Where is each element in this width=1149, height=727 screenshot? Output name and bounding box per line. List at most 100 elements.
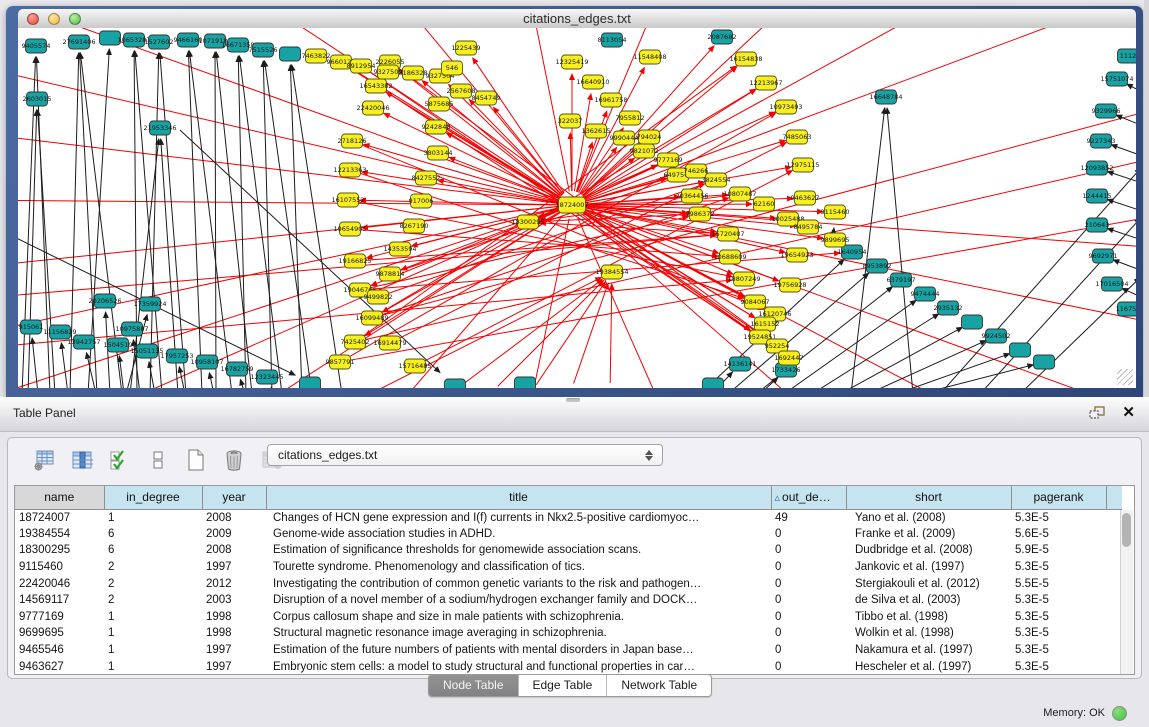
cell-title: Investigating the contribution of common… <box>266 575 771 592</box>
dropdown-spinner-icon <box>640 450 662 461</box>
graph-node-label: 17957253 <box>160 352 193 360</box>
scrollbar-thumb[interactable] <box>1122 513 1131 547</box>
graph-node-label: 1225439 <box>452 44 481 52</box>
cell-short: Stergiakouli et al. (2012) <box>846 575 1011 592</box>
graph-node-label: 2603015 <box>23 95 52 103</box>
graph-node-label: 7955812 <box>616 114 645 122</box>
graph-node[interactable] <box>1010 343 1031 357</box>
graph-node-label: 7986372 <box>686 210 715 218</box>
table-vertical-scrollbar[interactable] <box>1120 510 1133 675</box>
column-header-pagerank[interactable]: pagerank <box>1011 486 1106 509</box>
cell-out_degree: 0 <box>771 658 846 675</box>
cell-name: 9115460 <box>15 559 104 576</box>
graph-node-label: 5875685 <box>425 100 454 108</box>
create-table-icon[interactable] <box>184 449 208 471</box>
cell-short: Tibbo et al. (1998) <box>846 609 1011 626</box>
close-panel-icon[interactable]: ✕ <box>1122 403 1135 421</box>
table-row[interactable]: 1830029562008Estimation of significance … <box>15 542 1122 559</box>
tab-node-table[interactable]: Node Table <box>429 675 519 696</box>
window-titlebar[interactable]: citations_edges.txt <box>18 9 1136 29</box>
cell-in_degree: 2 <box>104 575 202 592</box>
cell-name: 9699695 <box>15 625 104 642</box>
graph-node[interactable] <box>300 377 321 388</box>
cell-pagerank: 5.3E-5 <box>1011 625 1106 642</box>
column-header-label: short <box>915 490 942 504</box>
graph-node-label: 18807249 <box>727 275 760 283</box>
table-row[interactable]: 946362711997Embryonic stem cells: a mode… <box>15 658 1122 675</box>
cell-title: Structural magnetic resonance image aver… <box>266 625 771 642</box>
minimize-window-button[interactable] <box>48 13 60 25</box>
cell-year: 2009 <box>202 526 266 543</box>
table-selector-dropdown[interactable]: citations_edges.txt <box>267 444 663 466</box>
graph-node-label: 1692447 <box>775 354 804 362</box>
graph-node-label: 16914479 <box>373 339 406 347</box>
deselect-rows-icon[interactable] <box>146 449 170 471</box>
graph-node[interactable] <box>445 379 466 388</box>
table-panel-title: Table Panel <box>13 397 76 430</box>
table-row[interactable]: 2242004622012Investigating the contribut… <box>15 575 1122 592</box>
table-row[interactable]: 1872400712008Changes of HCN gene express… <box>15 509 1122 526</box>
table-settings-icon[interactable] <box>32 449 56 471</box>
column-header-label: title <box>509 490 528 504</box>
delete-table-icon[interactable] <box>222 449 246 471</box>
column-header-in_degree[interactable]: in_degree <box>104 486 202 509</box>
column-header-out_degree[interactable]: ▵out_de… <box>771 486 846 509</box>
cell-title: Estimation of significance thresholds fo… <box>266 542 771 559</box>
graph-node-label: 10973493 <box>769 103 802 111</box>
tab-edge-table[interactable]: Edge Table <box>519 675 608 696</box>
graph-node[interactable] <box>1034 355 1055 369</box>
column-header-label: in_degree <box>126 490 179 504</box>
zoom-window-button[interactable] <box>69 13 81 25</box>
cell-title: Estimation of the future numbers of pati… <box>266 642 771 659</box>
table-row[interactable]: 969969511998Structural magnetic resonanc… <box>15 625 1122 642</box>
graph-node[interactable] <box>515 377 536 388</box>
table-row[interactable]: 911546021997Tourette syndrome. Phenomeno… <box>15 559 1122 576</box>
graph-node-label: 1615152 <box>751 320 780 328</box>
cell-name: 18300295 <box>15 542 104 559</box>
tab-network-table[interactable]: Network Table <box>607 675 711 696</box>
table-row[interactable]: 1456911722003Disruption of a novel membe… <box>15 592 1122 609</box>
splitter-handle[interactable] <box>566 398 580 402</box>
network-graph[interactable]: 9405574276914061065328715276029466160107… <box>18 28 1136 388</box>
graph-node-label: 21953346 <box>143 124 176 132</box>
graph-node-label: 8113054 <box>598 36 627 44</box>
cell-in_degree: 2 <box>104 559 202 576</box>
graph-node-label: 8186328 <box>399 69 428 77</box>
table-row[interactable]: 946554611997Estimation of the future num… <box>15 642 1122 659</box>
canvas-resize-grip[interactable] <box>1117 369 1133 385</box>
graph-node-label: 8267190 <box>400 222 429 230</box>
graph-node-label: 9878814 <box>376 270 405 278</box>
column-header-title[interactable]: title <box>266 486 771 509</box>
graph-node[interactable] <box>703 378 724 388</box>
graph-node[interactable] <box>962 315 983 329</box>
table-panel-body: f(x) citations_edges.txt namein_degreeye… <box>7 437 1142 679</box>
graph-node-label: 19166825 <box>338 257 371 265</box>
select-column-icon[interactable] <box>70 449 94 471</box>
select-all-rows-icon[interactable] <box>108 449 132 471</box>
float-panel-icon[interactable] <box>1089 406 1105 420</box>
graph-node-label: 1733426 <box>772 366 801 374</box>
graph-node-label: 16543382 <box>359 82 392 90</box>
column-header-year[interactable]: year <box>202 486 266 509</box>
cell-short: Jankovic et al. (1997) <box>846 559 1011 576</box>
graph-node-label: 6379197 <box>887 276 916 284</box>
cell-pagerank: 5.6E-5 <box>1011 526 1106 543</box>
graph-node-label: 16640910 <box>576 78 609 86</box>
graph-node-label: 8495784 <box>794 223 823 231</box>
graph-node-label: 19756928 <box>773 281 806 289</box>
close-window-button[interactable] <box>27 13 39 25</box>
column-header-name[interactable]: name <box>15 486 104 509</box>
graph-node-label: 16782759 <box>220 365 253 373</box>
cell-out_degree: 0 <box>771 592 846 609</box>
column-header-short[interactable]: short <box>846 486 1011 509</box>
network-graph-canvas[interactable]: 9405574276914061065328715276029466160107… <box>18 28 1136 388</box>
network-view-window[interactable]: citations_edges.txt 94055742769140610653… <box>6 6 1143 397</box>
graph-node-label: 2718126 <box>338 137 367 145</box>
table-row[interactable]: 977716911998Corpus callosum shape and si… <box>15 609 1122 626</box>
table-row[interactable]: 1938455462009Genome-wide association stu… <box>15 526 1122 543</box>
graph-node[interactable] <box>280 47 301 61</box>
graph-node-label: 9329966 <box>1092 107 1121 115</box>
graph-node-label: 9227343 <box>1087 137 1116 145</box>
cell-in_degree: 1 <box>104 509 202 526</box>
cell-out_degree: 0 <box>771 625 846 642</box>
